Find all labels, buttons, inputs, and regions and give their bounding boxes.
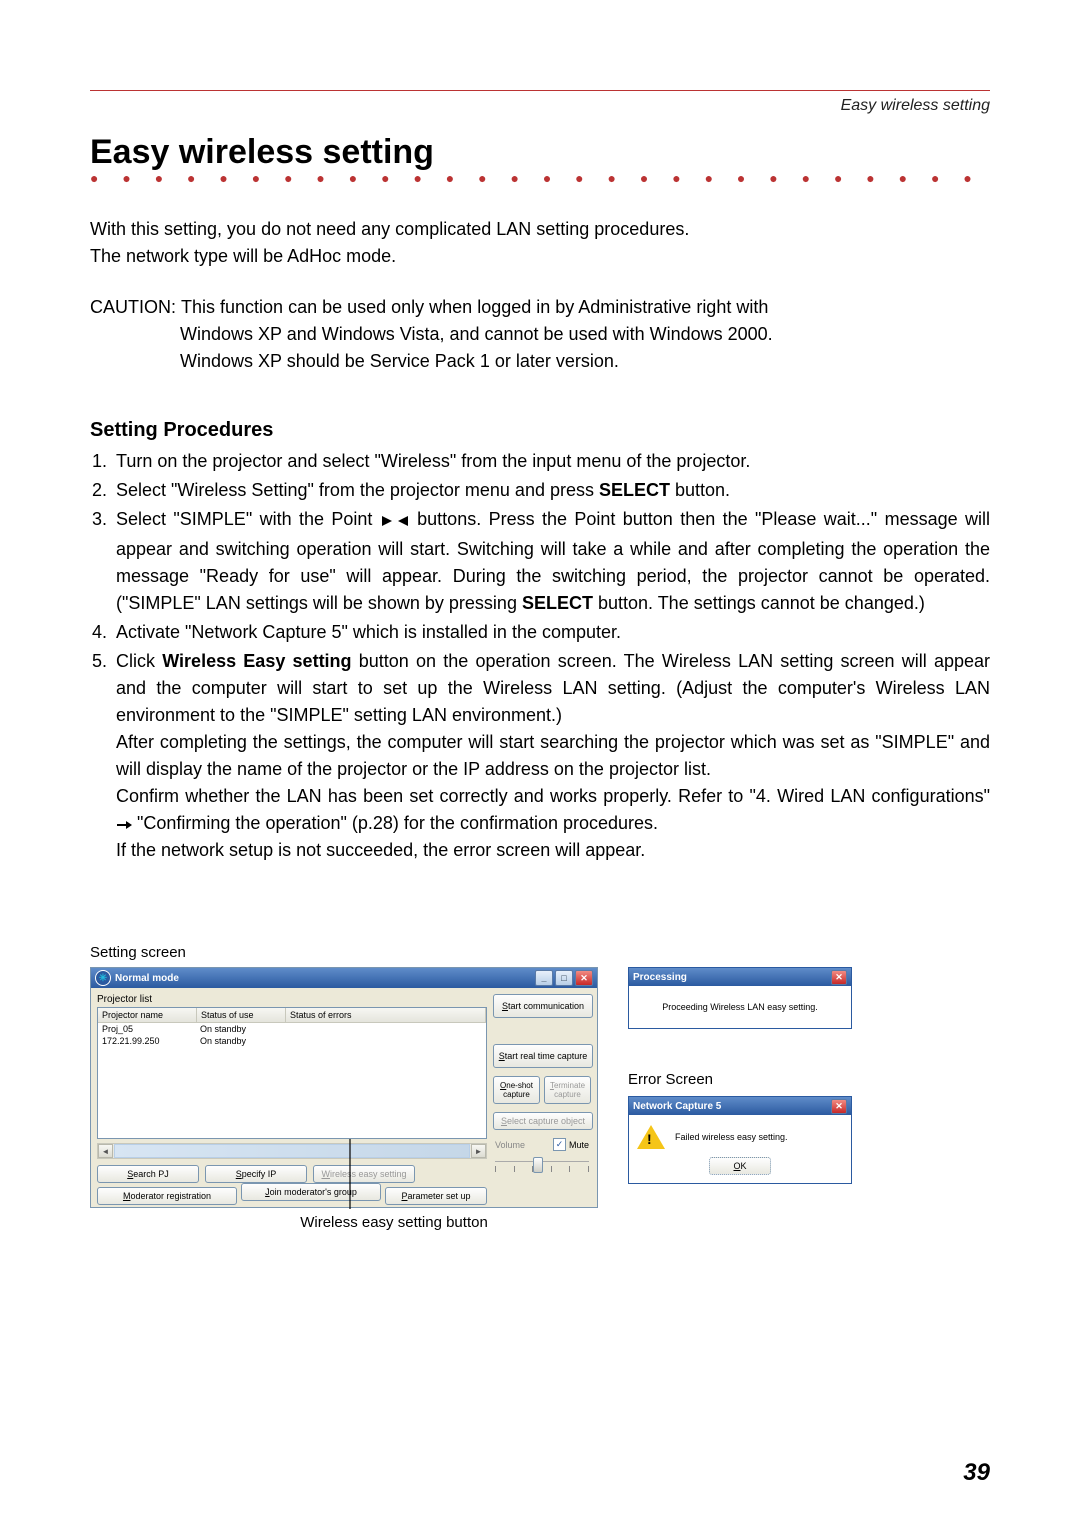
col-projector-name[interactable]: Projector name xyxy=(98,1008,197,1023)
projector-list-label: Projector list xyxy=(97,994,487,1005)
caution-line-1: This function can be used only when logg… xyxy=(181,294,768,321)
caution-label: CAUTION: xyxy=(90,294,181,321)
maximize-icon[interactable]: □ xyxy=(555,970,573,986)
step-5: Click Wireless Easy setting button on th… xyxy=(112,648,990,864)
error-screen-label: Error Screen xyxy=(628,1071,852,1088)
step-1: Turn on the projector and select "Wirele… xyxy=(112,448,990,475)
step-5-p2: After completing the settings, the compu… xyxy=(116,732,990,779)
caution-block: CAUTION: This function can be used only … xyxy=(90,294,990,375)
scroll-right-icon[interactable]: ► xyxy=(471,1144,486,1158)
arrow-right-icon xyxy=(116,813,132,833)
scroll-left-icon[interactable]: ◄ xyxy=(98,1144,113,1158)
step-3-a: Select "SIMPLE" with the Point xyxy=(116,509,380,529)
ok-button[interactable]: OK xyxy=(709,1157,771,1175)
warning-icon xyxy=(637,1125,665,1149)
horizontal-scrollbar[interactable]: ◄ ► xyxy=(97,1143,487,1159)
table-row[interactable]: Proj_05 On standby xyxy=(98,1023,486,1035)
caution-line-3: Windows XP should be Service Pack 1 or l… xyxy=(90,348,990,375)
parameter-setup-button[interactable]: Parameter set up xyxy=(385,1187,487,1205)
point-left-right-icon xyxy=(380,509,410,536)
header-crumb: Easy wireless setting xyxy=(90,90,990,115)
step-3-c: button. The settings cannot be changed.) xyxy=(593,593,925,613)
mute-label: Mute xyxy=(569,1140,589,1150)
cell-status: On standby xyxy=(196,1036,284,1046)
scroll-track[interactable] xyxy=(114,1144,470,1158)
processing-title: Processing xyxy=(633,972,831,983)
start-communication-button[interactable]: Start communication xyxy=(493,994,593,1018)
wireless-easy-setting-button[interactable]: Wireless easy setting xyxy=(313,1165,415,1183)
step-5-bold: Wireless Easy setting xyxy=(162,651,351,671)
volume-slider[interactable] xyxy=(493,1159,591,1176)
processing-window: Processing ✕ Proceeding Wireless LAN eas… xyxy=(628,967,852,1029)
step-3: Select "SIMPLE" with the Point buttons. … xyxy=(112,506,990,617)
table-row[interactable]: 172.21.99.250 On standby xyxy=(98,1035,486,1047)
error-window: Network Capture 5 ✕ Failed wireless easy… xyxy=(628,1096,852,1184)
page-title: Easy wireless setting xyxy=(90,133,990,172)
slider-thumb-icon[interactable] xyxy=(533,1157,543,1173)
join-moderator-group-button[interactable]: Join moderator's group xyxy=(241,1183,381,1201)
col-status-use[interactable]: Status of use xyxy=(197,1008,286,1023)
intro-line-1: With this setting, you do not need any c… xyxy=(90,219,689,239)
step-3-bold: SELECT xyxy=(522,593,593,613)
one-shot-capture-button[interactable]: One-shot capture xyxy=(493,1076,540,1104)
callout-caption: Wireless easy setting button xyxy=(90,1214,598,1231)
step-4: Activate "Network Capture 5" which is in… xyxy=(112,619,990,646)
search-pj-button[interactable]: Search PJ xyxy=(97,1165,199,1183)
moderator-registration-button[interactable]: Moderator registration xyxy=(97,1187,237,1205)
specify-ip-button[interactable]: Specify IP xyxy=(205,1165,307,1183)
mute-checkbox[interactable]: ✓ xyxy=(553,1138,566,1151)
window-titlebar[interactable]: ✳ Normal mode _ □ ✕ xyxy=(91,968,597,988)
caution-line-2: Windows XP and Windows Vista, and cannot… xyxy=(90,321,990,348)
cell-name: Proj_05 xyxy=(98,1024,196,1034)
projector-list[interactable]: Projector name Status of use Status of e… xyxy=(97,1007,487,1139)
intro-line-2: The network type will be AdHoc mode. xyxy=(90,246,396,266)
close-icon[interactable]: ✕ xyxy=(831,970,847,985)
col-status-errors[interactable]: Status of errors xyxy=(286,1008,486,1023)
processing-message: Proceeding Wireless LAN easy setting. xyxy=(629,986,851,1028)
select-capture-object-button[interactable]: Select capture object xyxy=(493,1112,593,1130)
page-number: 39 xyxy=(963,1459,990,1487)
intro-paragraph: With this setting, you do not need any c… xyxy=(90,216,990,270)
step-2-bold: SELECT xyxy=(599,480,670,500)
step-5-a: Click xyxy=(116,651,162,671)
setting-screen-window: ✳ Normal mode _ □ ✕ Projector list xyxy=(90,967,598,1208)
terminate-capture-button[interactable]: Terminate capture xyxy=(544,1076,591,1104)
close-icon[interactable]: ✕ xyxy=(575,970,593,986)
volume-label: Volume xyxy=(495,1140,525,1150)
section-heading: Setting Procedures xyxy=(90,419,990,442)
step-5-p4: If the network setup is not succeeded, t… xyxy=(116,837,645,864)
start-realtime-capture-button[interactable]: Start real time capture xyxy=(493,1044,593,1068)
step-5-p3a: Confirm whether the LAN has been set cor… xyxy=(116,786,990,806)
procedure-list: Turn on the projector and select "Wirele… xyxy=(90,448,990,864)
cell-status: On standby xyxy=(196,1024,284,1034)
minimize-icon[interactable]: _ xyxy=(535,970,553,986)
setting-screen-label: Setting screen xyxy=(90,944,990,961)
error-message: Failed wireless easy setting. xyxy=(675,1132,788,1142)
step-2: Select "Wireless Setting" from the proje… xyxy=(112,477,990,504)
close-icon[interactable]: ✕ xyxy=(831,1099,847,1114)
window-title: Normal mode xyxy=(115,973,535,984)
step-2-a: Select "Wireless Setting" from the proje… xyxy=(116,480,599,500)
step-2-b: button. xyxy=(670,480,730,500)
title-dot-rule: ● ● ● ● ● ● ● ● ● ● ● ● ● ● ● ● ● ● ● ● … xyxy=(90,170,990,186)
step-5-p3b: "Confirming the operation" (p.28) for th… xyxy=(132,813,658,833)
app-icon: ✳ xyxy=(95,970,111,986)
cell-name: 172.21.99.250 xyxy=(98,1036,196,1046)
error-title: Network Capture 5 xyxy=(633,1101,831,1112)
